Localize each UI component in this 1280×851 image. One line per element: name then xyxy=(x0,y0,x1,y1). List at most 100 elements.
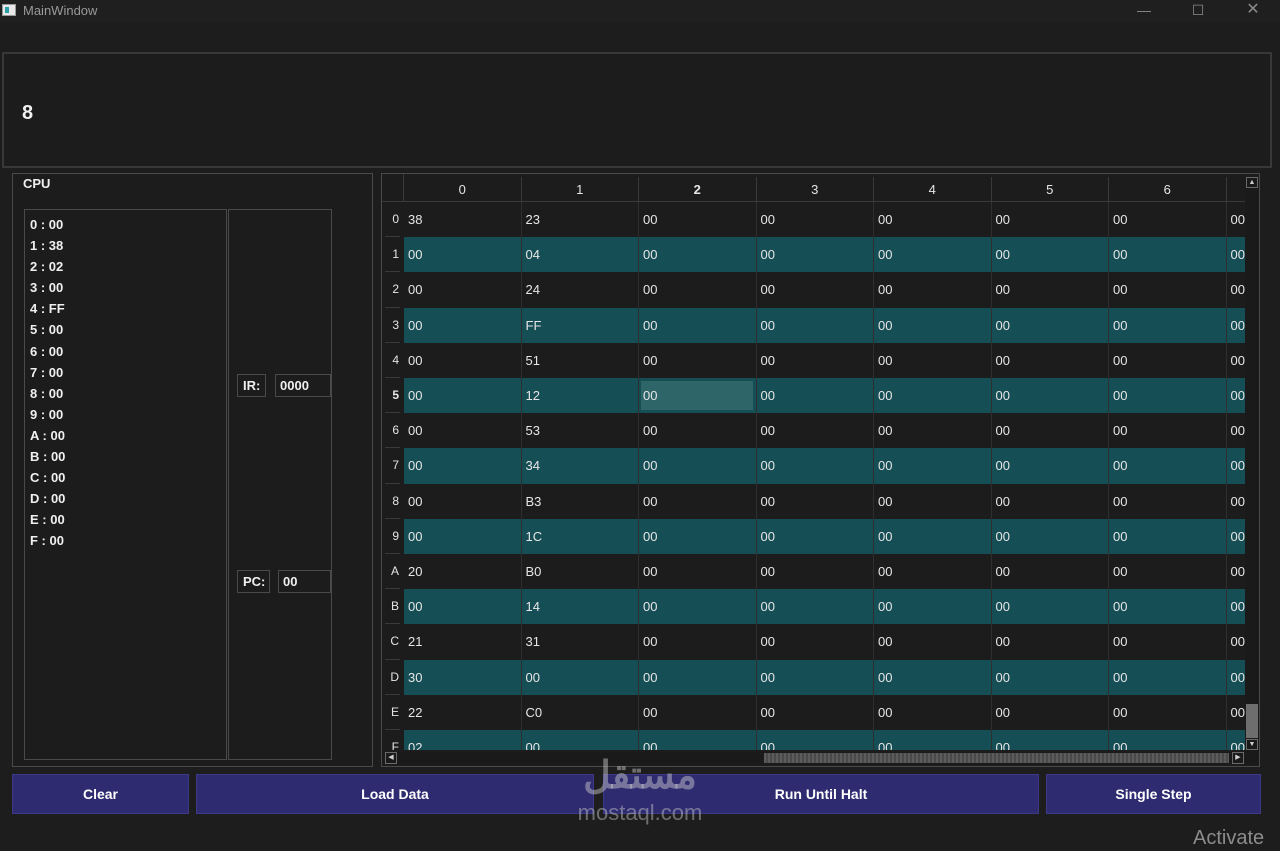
memory-cell[interactable]: 00 xyxy=(757,307,874,343)
memory-cell[interactable]: 00 xyxy=(992,237,1109,273)
memory-cell[interactable]: 00 xyxy=(1109,589,1227,625)
memory-cell[interactable]: 00 xyxy=(757,554,874,590)
memory-cell[interactable]: 00 xyxy=(639,413,757,449)
memory-cell[interactable]: 00 xyxy=(639,730,757,750)
memory-cell[interactable]: 00 xyxy=(1227,624,1246,659)
memory-cell[interactable]: 00 xyxy=(757,483,874,519)
register-row[interactable]: 7 : 00 xyxy=(30,362,226,383)
memory-cell[interactable]: 00 xyxy=(404,342,522,378)
register-row[interactable]: B : 00 xyxy=(30,446,226,467)
memory-cell[interactable]: 00 xyxy=(1109,237,1227,273)
memory-cell[interactable]: 00 xyxy=(639,624,757,660)
memory-cell[interactable]: 02 xyxy=(404,730,522,750)
memory-cell[interactable]: 00 xyxy=(404,518,522,554)
column-header[interactable]: 6 xyxy=(1109,177,1227,202)
row-header[interactable]: E xyxy=(385,695,400,730)
pc-value-field[interactable]: 00 xyxy=(278,570,331,593)
clear-button[interactable]: Clear xyxy=(12,774,189,814)
memory-cell[interactable]: 00 xyxy=(639,448,757,484)
register-row[interactable]: 9 : 00 xyxy=(30,404,226,425)
memory-cell[interactable]: 00 xyxy=(992,694,1109,730)
memory-cell[interactable]: 00 xyxy=(1109,202,1227,238)
memory-cell[interactable]: 00 xyxy=(757,518,874,554)
memory-cell[interactable]: FF xyxy=(522,307,639,343)
row-header[interactable]: 4 xyxy=(385,343,400,378)
memory-cell[interactable]: 00 xyxy=(757,694,874,730)
memory-cell[interactable]: 00 xyxy=(1227,519,1246,554)
single-step-button[interactable]: Single Step xyxy=(1046,774,1261,814)
memory-cell[interactable]: 00 xyxy=(1109,378,1227,414)
memory-cell[interactable]: 00 xyxy=(1109,624,1227,660)
memory-cell[interactable]: 00 xyxy=(1109,518,1227,554)
memory-cell[interactable]: 00 xyxy=(1227,413,1246,448)
memory-cell[interactable]: 00 xyxy=(639,307,757,343)
memory-cell[interactable]: 00 xyxy=(992,483,1109,519)
memory-cell[interactable]: 00 xyxy=(1227,448,1246,483)
memory-cell[interactable]: 00 xyxy=(404,272,522,308)
memory-cell[interactable]: 53 xyxy=(522,413,639,449)
memory-cell[interactable]: 00 xyxy=(992,272,1109,308)
memory-cell[interactable]: 00 xyxy=(874,624,992,660)
memory-cell[interactable]: 00 xyxy=(992,413,1109,449)
memory-cell[interactable]: 00 xyxy=(404,378,522,414)
memory-cell[interactable]: 00 xyxy=(874,307,992,343)
memory-cell[interactable]: 00 xyxy=(992,518,1109,554)
row-header[interactable]: 1 xyxy=(385,237,400,273)
memory-cell[interactable]: 24 xyxy=(522,272,639,308)
memory-cell[interactable]: 00 xyxy=(1227,272,1246,307)
memory-cell[interactable]: 00 xyxy=(1227,237,1246,272)
memory-cell[interactable]: 20 xyxy=(404,554,522,590)
memory-cell[interactable]: 00 xyxy=(404,307,522,343)
selected-memory-cell[interactable]: 00 xyxy=(639,378,757,414)
memory-cell[interactable]: 00 xyxy=(404,448,522,484)
memory-cell[interactable]: 00 xyxy=(1109,448,1227,484)
column-header[interactable]: 7 xyxy=(1226,177,1245,202)
memory-cell[interactable]: 00 xyxy=(874,554,992,590)
memory-cell[interactable]: 00 xyxy=(639,202,757,238)
register-row[interactable]: 5 : 00 xyxy=(30,319,226,340)
horizontal-scroll-thumb[interactable] xyxy=(764,753,1229,763)
memory-cell[interactable]: 00 xyxy=(1227,695,1246,730)
memory-cell[interactable]: 00 xyxy=(992,448,1109,484)
register-row[interactable]: 1 : 38 xyxy=(30,235,226,256)
memory-cell[interactable]: 00 xyxy=(874,518,992,554)
memory-cell[interactable]: 00 xyxy=(1227,308,1246,343)
memory-cell[interactable]: 00 xyxy=(1227,554,1246,589)
memory-cell[interactable]: 00 xyxy=(757,202,874,238)
memory-cell[interactable]: 00 xyxy=(1109,342,1227,378)
memory-cell[interactable]: 00 xyxy=(1109,554,1227,590)
row-header[interactable]: C xyxy=(385,624,400,660)
memory-cell[interactable]: 00 xyxy=(1227,589,1246,624)
memory-cell[interactable]: 00 xyxy=(639,589,757,625)
memory-cell[interactable]: 00 xyxy=(639,342,757,378)
memory-cell[interactable]: 00 xyxy=(404,413,522,449)
column-header[interactable]: 2 xyxy=(639,177,757,202)
column-header[interactable]: 5 xyxy=(991,177,1109,202)
memory-cell[interactable]: B3 xyxy=(522,483,639,519)
memory-cell[interactable]: 00 xyxy=(639,272,757,308)
row-header[interactable]: A xyxy=(385,554,400,590)
memory-cell[interactable]: 12 xyxy=(522,378,639,414)
memory-cell[interactable]: 23 xyxy=(522,202,639,238)
memory-cell[interactable]: 00 xyxy=(874,730,992,750)
memory-cell[interactable]: 00 xyxy=(639,694,757,730)
row-header[interactable]: 3 xyxy=(385,308,400,343)
row-header[interactable]: 5 xyxy=(385,378,400,414)
memory-cell[interactable]: 00 xyxy=(874,272,992,308)
register-row[interactable]: 6 : 00 xyxy=(30,341,226,362)
table-corner[interactable] xyxy=(382,174,404,202)
column-header[interactable]: 1 xyxy=(521,177,639,202)
memory-cell[interactable]: 00 xyxy=(639,518,757,554)
memory-cell[interactable]: 00 xyxy=(522,659,639,695)
register-row[interactable]: C : 00 xyxy=(30,467,226,488)
memory-cell[interactable]: 00 xyxy=(992,659,1109,695)
memory-cell[interactable]: 00 xyxy=(757,448,874,484)
memory-cell[interactable]: 00 xyxy=(1227,343,1246,378)
vertical-scrollbar[interactable]: ▲ ▼ xyxy=(1245,177,1259,764)
memory-cell[interactable]: 04 xyxy=(522,237,639,273)
memory-cell[interactable]: 00 xyxy=(992,554,1109,590)
memory-cell[interactable]: 00 xyxy=(1109,730,1227,750)
memory-cell[interactable]: 00 xyxy=(757,659,874,695)
memory-cell[interactable]: 00 xyxy=(404,237,522,273)
memory-cell[interactable]: 00 xyxy=(757,342,874,378)
